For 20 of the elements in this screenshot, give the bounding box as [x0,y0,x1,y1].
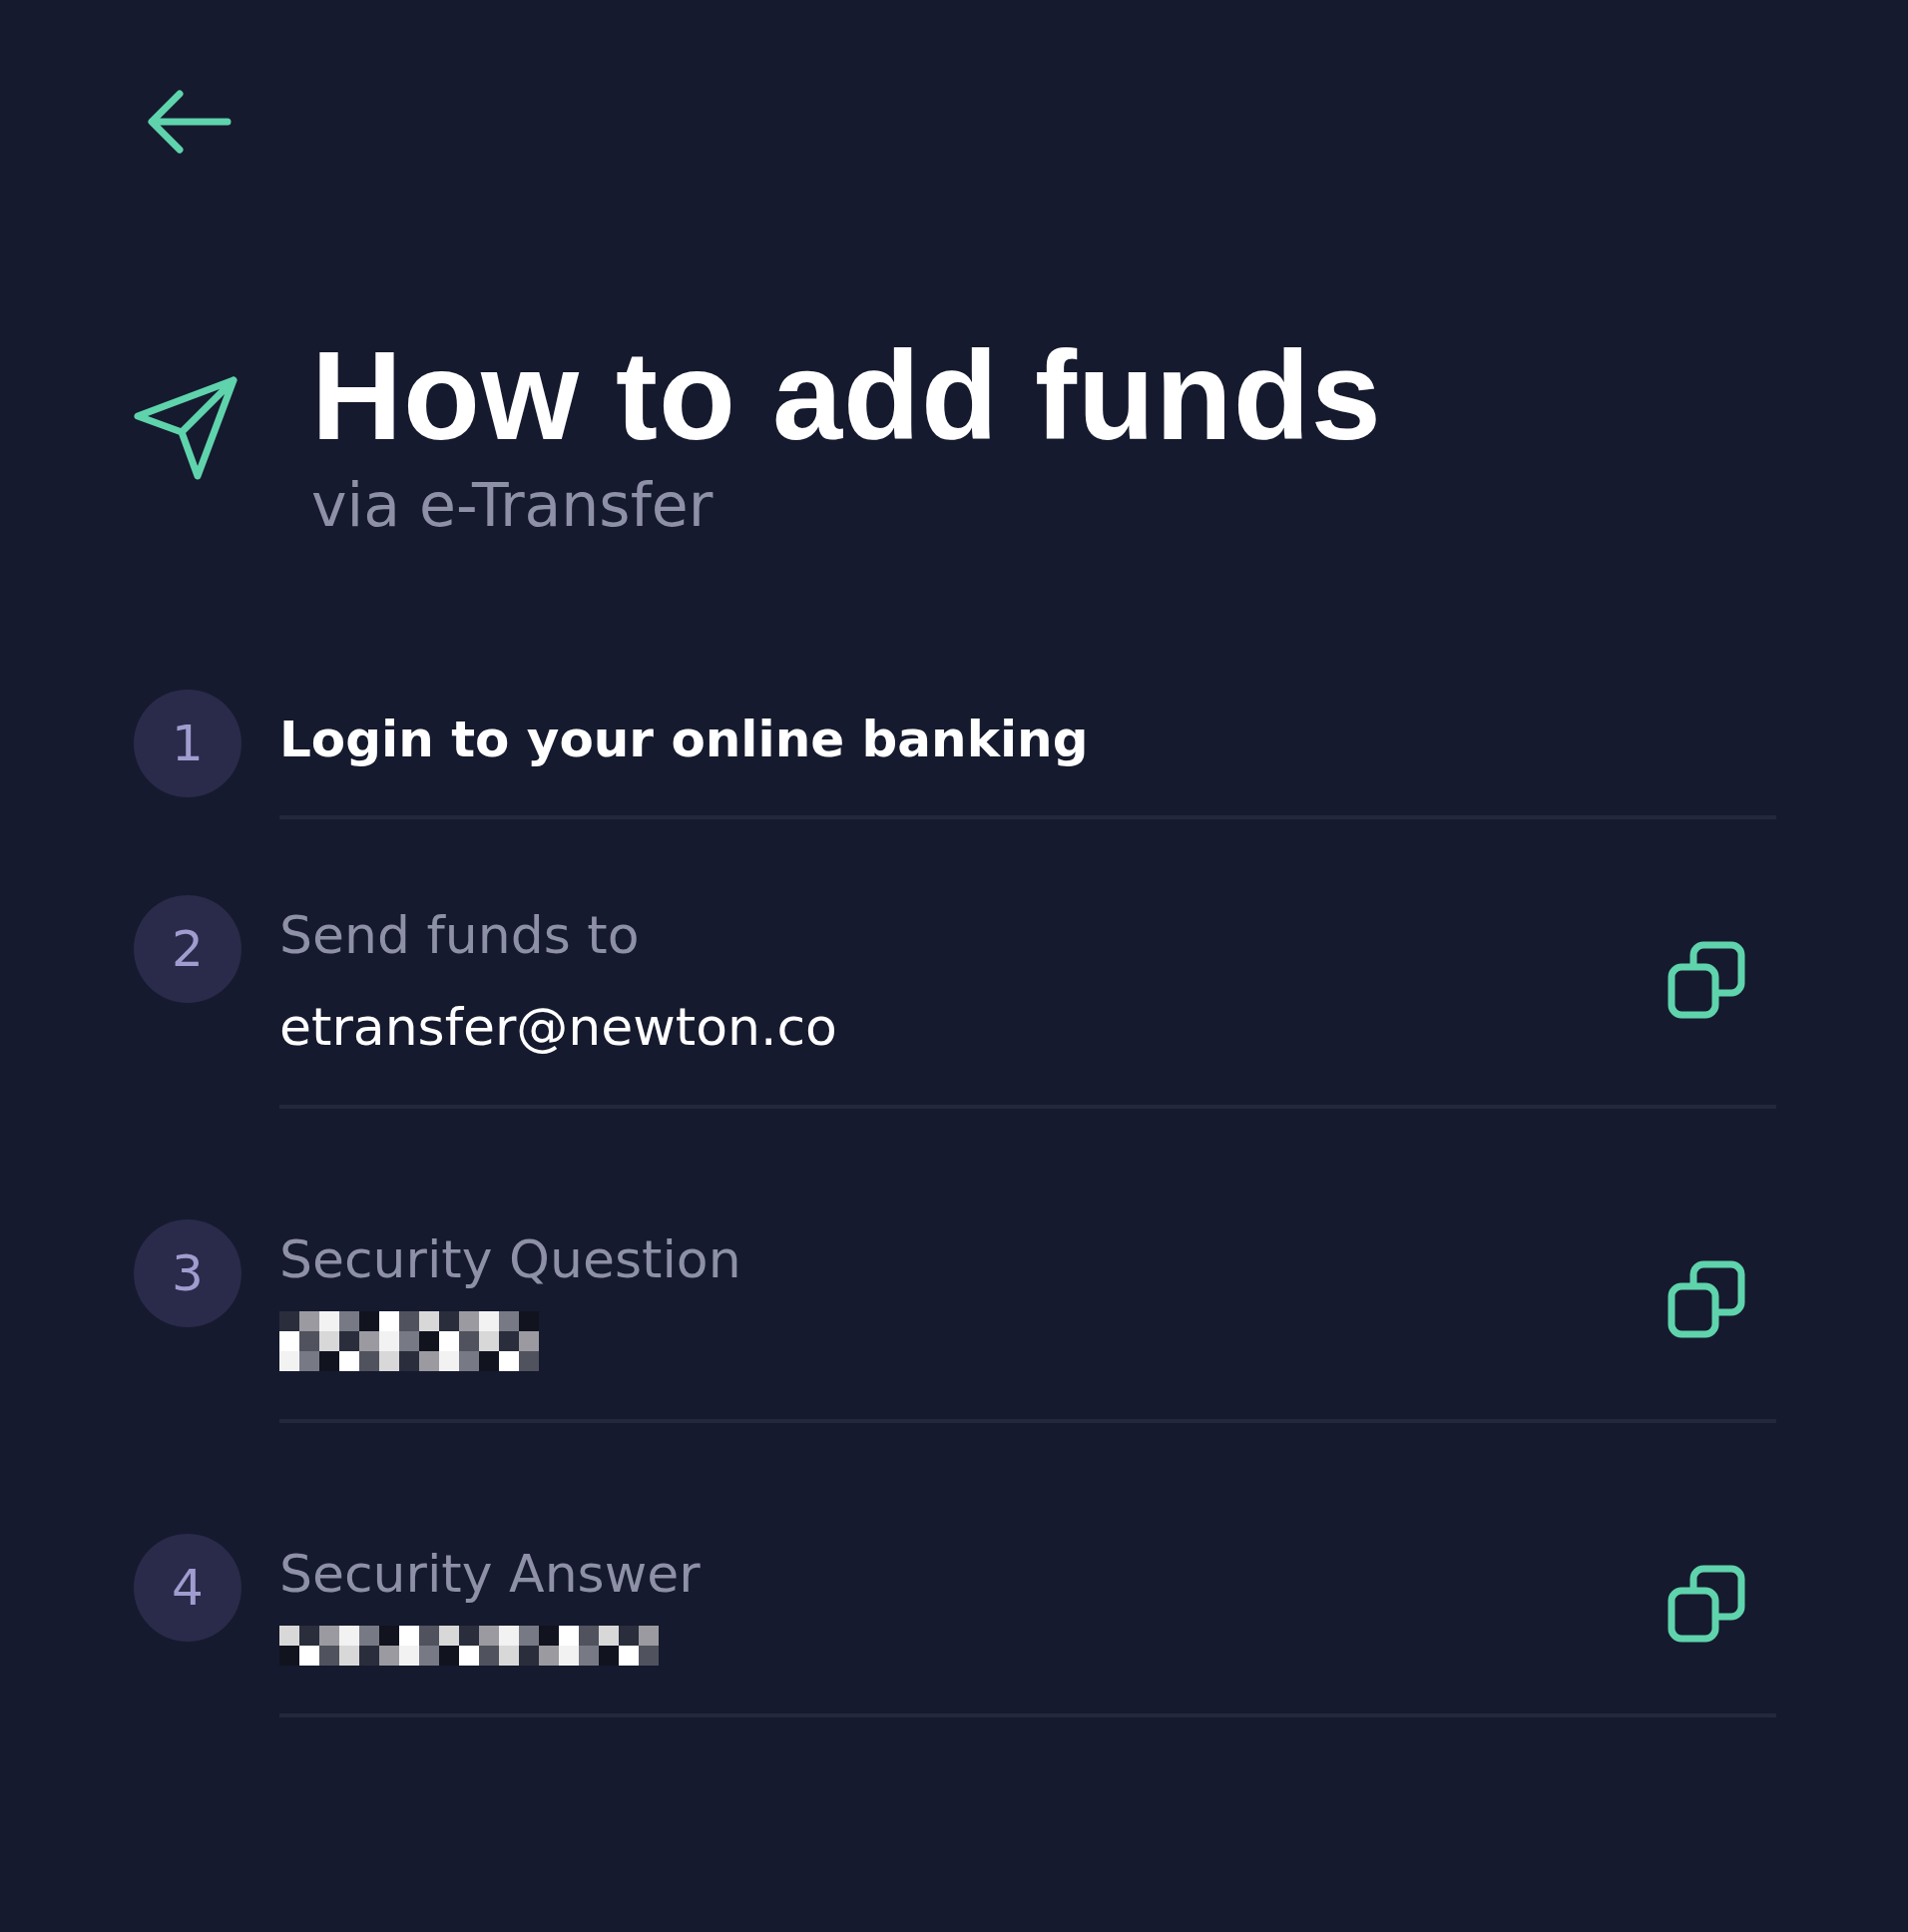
step-number: 2 [134,895,241,1003]
copy-icon [1667,940,1746,1020]
back-arrow-icon [148,90,232,154]
step-label: Login to your online banking [279,710,1090,770]
paper-plane-icon [134,376,238,480]
copy-icon [1667,1564,1746,1644]
step-number: 1 [134,690,241,797]
copy-button[interactable] [1667,1564,1746,1644]
page-title: How to add funds [311,326,1382,466]
step-number: 3 [134,1219,241,1327]
step-value: etransfer@newton.co [279,997,838,1057]
page-subtitle: via e-Transfer [311,470,715,540]
back-button[interactable] [148,90,232,157]
copy-icon [1667,1259,1746,1339]
copy-button[interactable] [1667,1259,1746,1339]
step-label: Send funds to [279,904,641,967]
step-label: Security Question [279,1228,742,1291]
step-number: 4 [134,1534,241,1642]
step-label: Security Answer [279,1543,702,1606]
copy-button[interactable] [1667,940,1746,1020]
